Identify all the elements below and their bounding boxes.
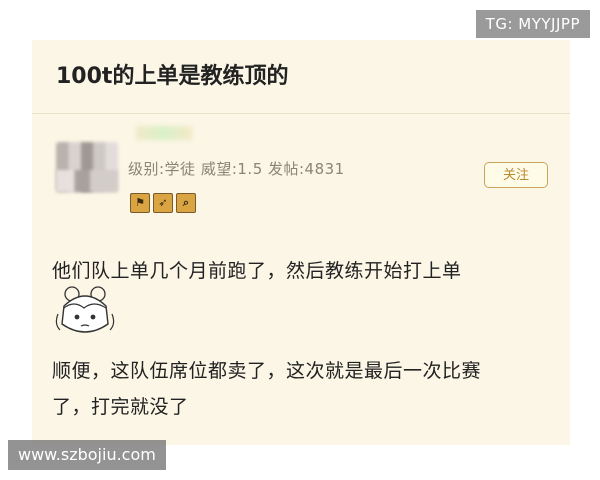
content-line-1: 他们队上单几个月前跑了，然后教练开始打上单 [52, 260, 462, 282]
post-card [32, 40, 570, 445]
watermark-top: TG: MYYJJPP [475, 10, 590, 38]
watermark-bottom: www.szbojiu.com [8, 440, 166, 470]
username-blurred [136, 126, 192, 140]
anime-sticker-icon [55, 286, 115, 333]
follow-button[interactable]: 关注 [484, 162, 548, 188]
content-line-3: 了，打完就没了 [52, 396, 189, 418]
content-line-2: 顺便，这队伍席位都卖了，这次就是最后一次比赛 [52, 360, 482, 382]
post-title: 100t的上单是教练顶的 [56, 64, 289, 89]
user-badges: ⚑ ➶ ⌕ [130, 193, 196, 213]
user-meta: 级别:学徒 威望:1.5 发帖:4831 [128, 160, 345, 178]
sword-badge-icon: ➶ [153, 193, 173, 213]
search-badge-icon: ⌕ [176, 193, 196, 213]
divider [32, 113, 570, 114]
flag-badge-icon: ⚑ [130, 193, 150, 213]
avatar-blur-row [56, 170, 118, 192]
